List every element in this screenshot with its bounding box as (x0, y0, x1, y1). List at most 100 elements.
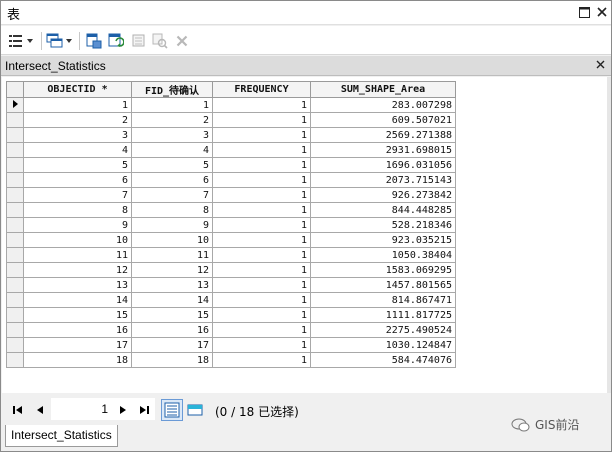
cell-frequency[interactable]: 1 (212, 217, 311, 233)
previous-record-icon[interactable] (33, 404, 47, 416)
cell-objectid[interactable]: 3 (23, 127, 132, 143)
column-header-frequency[interactable]: FREQUENCY (212, 81, 311, 98)
clear-selection-icon[interactable] (131, 31, 147, 51)
table-row[interactable]: 4 4 1 2931.698015 (6, 142, 456, 158)
table-row[interactable]: 14 14 1 814.867471 (6, 292, 456, 308)
row-selector[interactable] (6, 202, 24, 218)
cell-objectid[interactable]: 5 (23, 157, 132, 173)
cell-sum-shape-area[interactable]: 1696.031056 (310, 157, 456, 173)
cell-objectid[interactable]: 13 (23, 277, 132, 293)
table-row[interactable]: 18 18 1 584.474076 (6, 352, 456, 368)
zoom-to-selected-icon[interactable] (151, 31, 169, 51)
cell-sum-shape-area[interactable]: 2073.715143 (310, 172, 456, 188)
cell-sum-shape-area[interactable]: 1583.069295 (310, 262, 456, 278)
cell-fid[interactable]: 12 (131, 262, 213, 278)
row-selector[interactable] (6, 172, 24, 188)
table-row[interactable]: 13 13 1 1457.801565 (6, 277, 456, 293)
cell-frequency[interactable]: 1 (212, 157, 311, 173)
row-selector[interactable] (6, 247, 24, 263)
cell-fid[interactable]: 5 (131, 157, 213, 173)
cell-frequency[interactable]: 1 (212, 352, 311, 368)
table-row[interactable]: 11 11 1 1050.38404 (6, 247, 456, 263)
cell-frequency[interactable]: 1 (212, 322, 311, 338)
cell-sum-shape-area[interactable]: 584.474076 (310, 352, 456, 368)
cell-sum-shape-area[interactable]: 528.218346 (310, 217, 456, 233)
table-row[interactable]: 10 10 1 923.035215 (6, 232, 456, 248)
cell-fid[interactable]: 10 (131, 232, 213, 248)
cell-frequency[interactable]: 1 (212, 187, 311, 203)
row-selector[interactable] (6, 322, 24, 338)
cell-sum-shape-area[interactable]: 1050.38404 (310, 247, 456, 263)
cell-frequency[interactable]: 1 (212, 307, 311, 323)
cell-sum-shape-area[interactable]: 2275.490524 (310, 322, 456, 338)
cell-fid[interactable]: 4 (131, 142, 213, 158)
row-selector[interactable] (6, 292, 24, 308)
row-selector[interactable] (6, 352, 24, 368)
row-selector[interactable] (6, 307, 24, 323)
cell-fid[interactable]: 15 (131, 307, 213, 323)
cell-fid[interactable]: 6 (131, 172, 213, 188)
cell-objectid[interactable]: 8 (23, 202, 132, 218)
close-icon[interactable] (596, 58, 605, 72)
cell-fid[interactable]: 11 (131, 247, 213, 263)
cell-frequency[interactable]: 1 (212, 127, 311, 143)
table-row[interactable]: 9 9 1 528.218346 (6, 217, 456, 233)
cell-frequency[interactable]: 1 (212, 142, 311, 158)
row-selector[interactable] (6, 142, 24, 158)
cell-objectid[interactable]: 15 (23, 307, 132, 323)
select-by-attributes-icon[interactable] (85, 31, 103, 51)
cell-sum-shape-area[interactable]: 2931.698015 (310, 142, 456, 158)
cell-fid[interactable]: 7 (131, 187, 213, 203)
cell-sum-shape-area[interactable]: 1111.817725 (310, 307, 456, 323)
cell-fid[interactable]: 3 (131, 127, 213, 143)
cell-objectid[interactable]: 10 (23, 232, 132, 248)
related-tables-icon[interactable] (45, 31, 75, 51)
row-selector[interactable] (6, 157, 24, 173)
row-selector[interactable] (6, 112, 24, 128)
next-record-icon[interactable] (116, 404, 130, 416)
cell-frequency[interactable]: 1 (212, 247, 311, 263)
table-row[interactable]: 7 7 1 926.273842 (6, 187, 456, 203)
switch-selection-icon[interactable] (107, 31, 125, 51)
bottom-table-tab[interactable]: Intersect_Statistics (5, 425, 118, 447)
cell-sum-shape-area[interactable]: 844.448285 (310, 202, 456, 218)
cell-fid[interactable]: 17 (131, 337, 213, 353)
cell-fid[interactable]: 18 (131, 352, 213, 368)
column-header-objectid[interactable]: OBJECTID * (23, 81, 132, 98)
table-row[interactable]: 2 2 1 609.507021 (6, 112, 456, 128)
cell-sum-shape-area[interactable]: 2569.271388 (310, 127, 456, 143)
column-header-fid[interactable]: FID_待确认 (131, 81, 213, 98)
cell-objectid[interactable]: 1 (23, 97, 132, 113)
cell-frequency[interactable]: 1 (212, 202, 311, 218)
cell-sum-shape-area[interactable]: 1457.801565 (310, 277, 456, 293)
cell-frequency[interactable]: 1 (212, 97, 311, 113)
table-row[interactable]: 12 12 1 1583.069295 (6, 262, 456, 278)
cell-fid[interactable]: 2 (131, 112, 213, 128)
last-record-icon[interactable] (137, 404, 151, 416)
close-icon[interactable] (595, 5, 609, 19)
row-selector[interactable] (6, 217, 24, 233)
cell-frequency[interactable]: 1 (212, 232, 311, 248)
row-selector[interactable] (6, 127, 24, 143)
table-options-icon[interactable] (7, 31, 37, 51)
table-row[interactable]: 8 8 1 844.448285 (6, 202, 456, 218)
cell-frequency[interactable]: 1 (212, 292, 311, 308)
cell-objectid[interactable]: 18 (23, 352, 132, 368)
table-tab-title[interactable]: Intersect_Statistics (5, 59, 106, 73)
restore-icon[interactable] (577, 5, 591, 19)
table-row[interactable]: 16 16 1 2275.490524 (6, 322, 456, 338)
column-header-sum-shape-area[interactable]: SUM_SHAPE_Area (310, 81, 456, 98)
cell-frequency[interactable]: 1 (212, 337, 311, 353)
table-row[interactable]: 3 3 1 2569.271388 (6, 127, 456, 143)
row-selector[interactable] (6, 262, 24, 278)
first-record-icon[interactable] (11, 404, 25, 416)
cell-objectid[interactable]: 4 (23, 142, 132, 158)
cell-objectid[interactable]: 6 (23, 172, 132, 188)
cell-fid[interactable]: 1 (131, 97, 213, 113)
row-selector[interactable] (6, 97, 24, 113)
cell-objectid[interactable]: 12 (23, 262, 132, 278)
cell-fid[interactable]: 13 (131, 277, 213, 293)
cell-sum-shape-area[interactable]: 1030.124847 (310, 337, 456, 353)
cell-objectid[interactable]: 14 (23, 292, 132, 308)
table-row[interactable]: 15 15 1 1111.817725 (6, 307, 456, 323)
